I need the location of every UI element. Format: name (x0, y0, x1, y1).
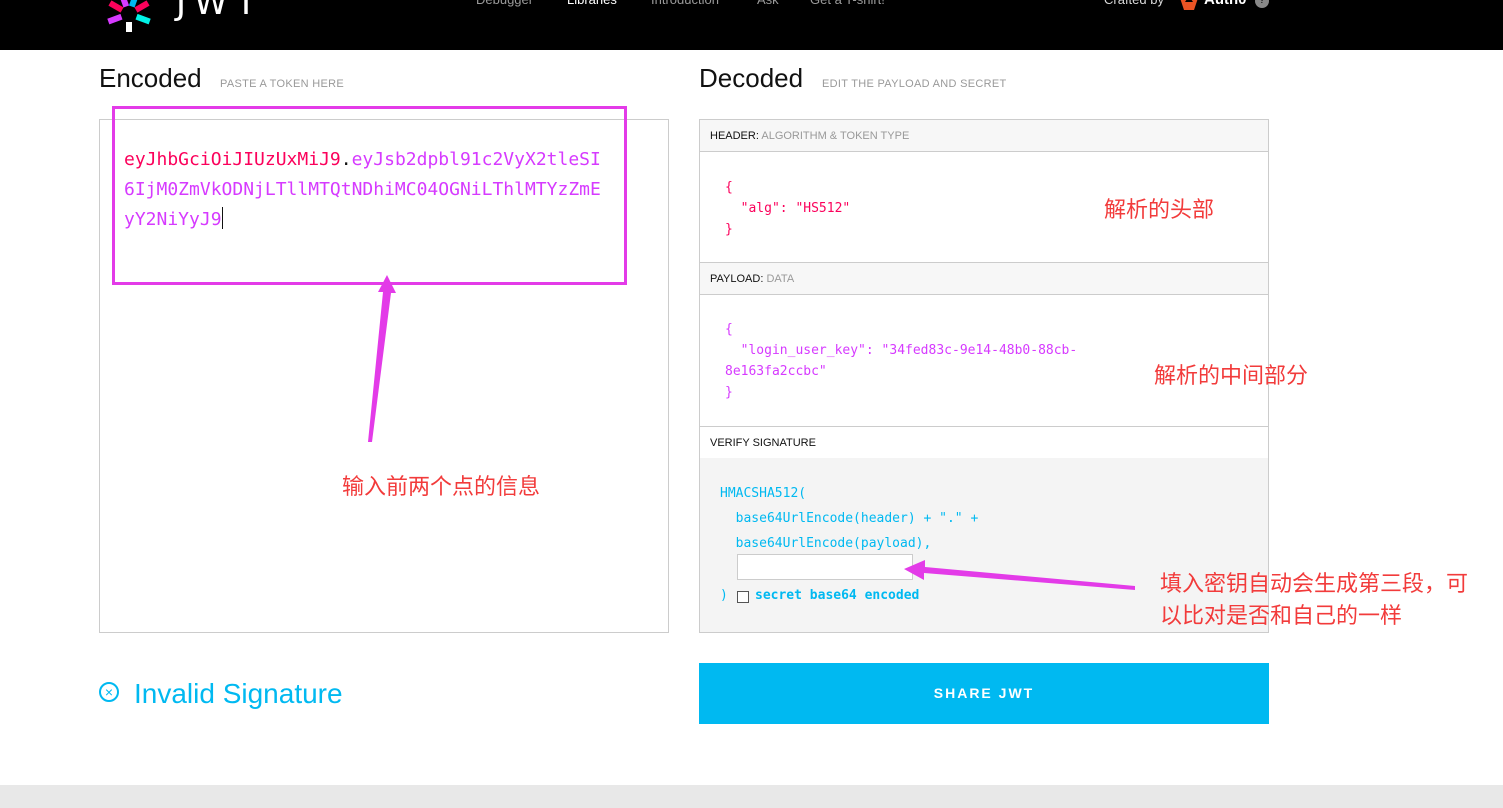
close-circle-icon: × (99, 682, 119, 702)
signature-code: HMACSHA512( base64UrlEncode(header) + ".… (720, 486, 979, 551)
encoded-title: Encoded (99, 63, 202, 93)
auth0-link[interactable]: Auth0 (1204, 0, 1247, 8)
secret-annotation-line1: 填入密钥自动会生成第三段，可 (1160, 571, 1469, 596)
payload-key: "login_user_key" (740, 343, 866, 358)
header-key: "alg" (740, 201, 780, 216)
nav-libraries[interactable]: Libraries (567, 0, 617, 8)
payload-annotation: 解析的中间部分 (1154, 363, 1309, 388)
payload-section-title: PAYLOAD: DATA (700, 262, 1268, 295)
payload-value: "34fed83c-9e14-48b0-88cb- (881, 343, 1078, 358)
base64-checkbox-label[interactable]: secret base64 encoded (755, 586, 919, 606)
decoded-subtitle: EDIT THE PAYLOAD AND SECRET (822, 78, 1007, 90)
jwt-logo-icon[interactable] (98, 0, 160, 32)
header-annotation: 解析的头部 (1104, 197, 1215, 222)
header-value: "HS512" (795, 201, 851, 216)
logo-text: JWT (176, 0, 265, 23)
header-label: HEADER: (710, 130, 759, 142)
base64-checkbox[interactable] (737, 591, 749, 603)
auth0-logo-icon[interactable] (1178, 0, 1200, 12)
secret-input[interactable] (737, 554, 913, 580)
decoded-title: Decoded (699, 63, 804, 93)
encoded-subtitle: PASTE A TOKEN HERE (220, 78, 344, 90)
header-json-editor[interactable]: { "alg": "HS512" } (725, 177, 850, 240)
top-navbar: JWT Debugger Libraries Introduction Ask … (0, 0, 1503, 50)
header-sublabel: ALGORITHM & TOKEN TYPE (761, 130, 910, 142)
footer-band (0, 785, 1503, 808)
nav-tshirt[interactable]: Get a T-shirt! (810, 0, 885, 8)
signature-close-paren: ) (720, 588, 728, 603)
nav-introduction[interactable]: Introduction (651, 0, 719, 8)
header-section-title: HEADER: ALGORITHM & TOKEN TYPE (700, 120, 1268, 152)
crafted-by-label: Crafted by (1104, 0, 1164, 8)
help-icon[interactable]: ? (1255, 0, 1269, 8)
signature-status: Invalid Signature (134, 678, 343, 709)
verify-section-title: VERIFY SIGNATURE (700, 426, 1268, 459)
secret-annotation-line2: 以比对是否和自己的一样 (1160, 603, 1403, 628)
token-highlight-box (112, 106, 627, 285)
nav-ask[interactable]: Ask (757, 0, 779, 8)
payload-sublabel: DATA (766, 273, 795, 285)
token-annotation: 输入前两个点的信息 (342, 474, 541, 499)
payload-label: PAYLOAD: (710, 273, 764, 285)
verify-label: VERIFY SIGNATURE (710, 437, 816, 449)
nav-debugger[interactable]: Debugger (476, 0, 533, 8)
share-jwt-button[interactable]: SHARE JWT (699, 663, 1269, 724)
payload-json-editor[interactable]: { "login_user_key": "34fed83c-9e14-48b0-… (725, 319, 1077, 403)
